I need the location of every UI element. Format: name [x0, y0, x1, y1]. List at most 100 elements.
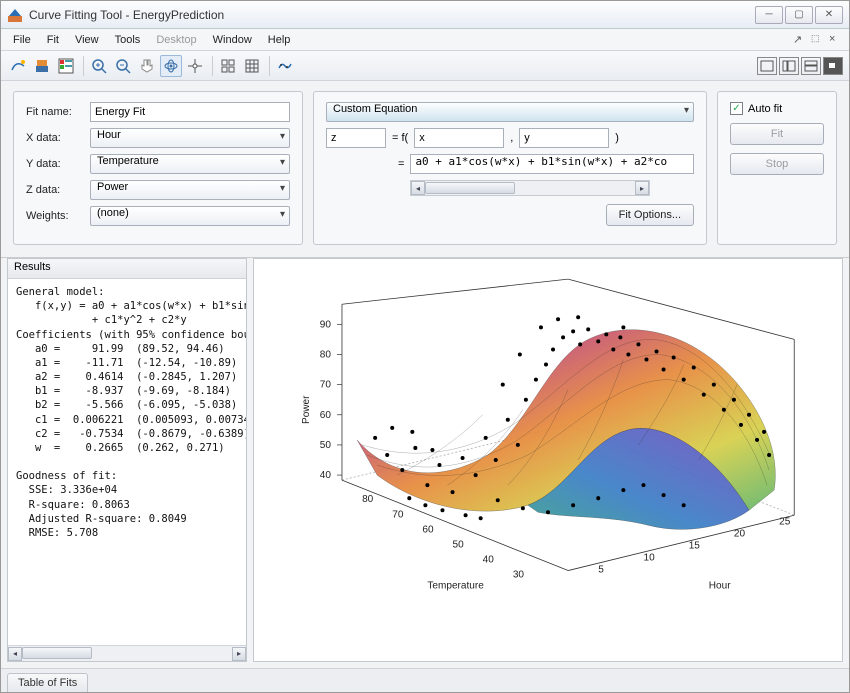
scroll-thumb[interactable]: [425, 182, 515, 194]
menu-tools[interactable]: Tools: [107, 32, 149, 48]
eq-prefix2: =: [398, 158, 404, 170]
svg-text:80: 80: [320, 349, 332, 360]
svg-text:15: 15: [689, 540, 701, 551]
xvar-input[interactable]: [414, 128, 504, 148]
scroll-right-icon[interactable]: ▸: [635, 181, 649, 195]
menu-desktop[interactable]: Desktop: [148, 32, 204, 48]
zdata-dropdown[interactable]: Power: [90, 180, 290, 200]
weights-label: Weights:: [26, 210, 82, 222]
table-icon[interactable]: [241, 55, 263, 77]
zoom-out-icon[interactable]: [112, 55, 134, 77]
fit-name-label: Fit name:: [26, 106, 82, 118]
svg-text:10: 10: [643, 553, 655, 564]
results-scroll-left-icon[interactable]: ◂: [8, 647, 22, 661]
svg-text:5: 5: [598, 565, 604, 576]
grid-icon[interactable]: [217, 55, 239, 77]
results-panel: Results General model: f(x,y) = a0 + a1*…: [7, 258, 247, 662]
eq-comma: ,: [510, 132, 513, 144]
minimize-button[interactable]: ─: [755, 6, 783, 24]
zoom-in-icon[interactable]: [88, 55, 110, 77]
svg-text:30: 30: [513, 570, 525, 581]
menubar: File Fit View Tools Desktop Window Help …: [1, 29, 849, 51]
layout-float-icon[interactable]: [823, 57, 843, 75]
svg-text:20: 20: [734, 528, 746, 539]
formula-scrollbar[interactable]: ◂ ▸: [410, 180, 650, 196]
ydata-label: Y data:: [26, 158, 82, 170]
data-cursor-icon[interactable]: [184, 55, 206, 77]
bottom-tabs: Table of Fits: [1, 668, 849, 692]
svg-text:25: 25: [779, 516, 791, 527]
xaxis-label: Hour: [709, 581, 731, 592]
results-scroll-thumb[interactable]: [22, 647, 92, 659]
svg-text:60: 60: [422, 524, 434, 535]
app-window: Curve Fitting Tool - EnergyPrediction ─ …: [0, 0, 850, 693]
plot-svg: Power 40 50 60 70 80 90 Temperature 80 7…: [254, 259, 842, 661]
zvar-input[interactable]: [326, 128, 386, 148]
results-scroll-right-icon[interactable]: ▸: [232, 647, 246, 661]
toolbar: [1, 51, 849, 81]
svg-text:50: 50: [320, 440, 332, 451]
zdata-label: Z data:: [26, 184, 82, 196]
doc-x-icon[interactable]: ×: [829, 33, 843, 47]
print-icon[interactable]: [31, 55, 53, 77]
autofit-label: Auto fit: [748, 103, 782, 115]
menu-file[interactable]: File: [5, 32, 39, 48]
xdata-label: X data:: [26, 132, 82, 144]
close-button[interactable]: ✕: [815, 6, 843, 24]
svg-text:40: 40: [320, 470, 332, 481]
svg-text:50: 50: [453, 539, 465, 550]
autofit-row[interactable]: ✓ Auto fit: [730, 102, 824, 115]
xdata-dropdown[interactable]: Hour: [90, 128, 290, 148]
menu-help[interactable]: Help: [260, 32, 299, 48]
fit-options-button[interactable]: Fit Options...: [606, 204, 694, 226]
svg-text:60: 60: [320, 410, 332, 421]
svg-text:90: 90: [320, 319, 332, 330]
results-text: General model: f(x,y) = a0 + a1*cos(w*x)…: [8, 279, 246, 645]
undock-icon[interactable]: ↗: [793, 33, 807, 47]
equation-group: Custom Equation = f( , ) = a0 + a1*cos(w…: [313, 91, 707, 245]
titlebar: Curve Fitting Tool - EnergyPrediction ─ …: [1, 1, 849, 29]
fit-controls-group: ✓ Auto fit Fit Stop: [717, 91, 837, 245]
plot-3d[interactable]: Power 40 50 60 70 80 90 Temperature 80 7…: [253, 258, 843, 662]
rotate3d-icon[interactable]: [160, 55, 182, 77]
fit-type-dropdown[interactable]: Custom Equation: [326, 102, 694, 122]
layout-left-icon[interactable]: [779, 57, 799, 75]
menu-fit[interactable]: Fit: [39, 32, 67, 48]
yaxis-label: Temperature: [427, 581, 484, 592]
layout-single-icon[interactable]: [757, 57, 777, 75]
fit-name-input[interactable]: [90, 102, 290, 122]
doc-close-icon[interactable]: ⬚: [811, 33, 825, 47]
tab-table-of-fits[interactable]: Table of Fits: [7, 673, 88, 692]
ydata-dropdown[interactable]: Temperature: [90, 154, 290, 174]
zaxis-label: Power: [301, 395, 312, 424]
scroll-left-icon[interactable]: ◂: [411, 181, 425, 195]
svg-text:70: 70: [320, 380, 332, 391]
pan-icon[interactable]: [136, 55, 158, 77]
app-icon: [7, 7, 23, 23]
window-controls: ─ ▢ ✕: [755, 6, 843, 24]
menu-window[interactable]: Window: [205, 32, 260, 48]
menu-view[interactable]: View: [67, 32, 107, 48]
weights-dropdown[interactable]: (none): [90, 206, 290, 226]
residuals-icon[interactable]: [274, 55, 296, 77]
yvar-input[interactable]: [519, 128, 609, 148]
config-panel: Fit name: X data: Hour Y data: Temperatu…: [1, 81, 849, 258]
data-selection-group: Fit name: X data: Hour Y data: Temperatu…: [13, 91, 303, 245]
eq-prefix: = f(: [392, 132, 408, 144]
maximize-button[interactable]: ▢: [785, 6, 813, 24]
autofit-checkbox[interactable]: ✓: [730, 102, 743, 115]
svg-text:70: 70: [392, 509, 404, 520]
results-header: Results: [8, 259, 246, 279]
fit-button[interactable]: Fit: [730, 123, 824, 145]
svg-text:40: 40: [483, 555, 495, 566]
svg-text:80: 80: [362, 494, 374, 505]
formula-input[interactable]: a0 + a1*cos(w*x) + b1*sin(w*x) + a2*co: [410, 154, 694, 174]
eq-close: ): [615, 132, 619, 144]
legend-icon[interactable]: [55, 55, 77, 77]
new-fit-icon[interactable]: [7, 55, 29, 77]
window-title: Curve Fitting Tool - EnergyPrediction: [29, 8, 755, 22]
main-area: Results General model: f(x,y) = a0 + a1*…: [1, 258, 849, 668]
stop-button[interactable]: Stop: [730, 153, 824, 175]
results-scrollbar[interactable]: ◂ ▸: [8, 645, 246, 661]
layout-top-icon[interactable]: [801, 57, 821, 75]
